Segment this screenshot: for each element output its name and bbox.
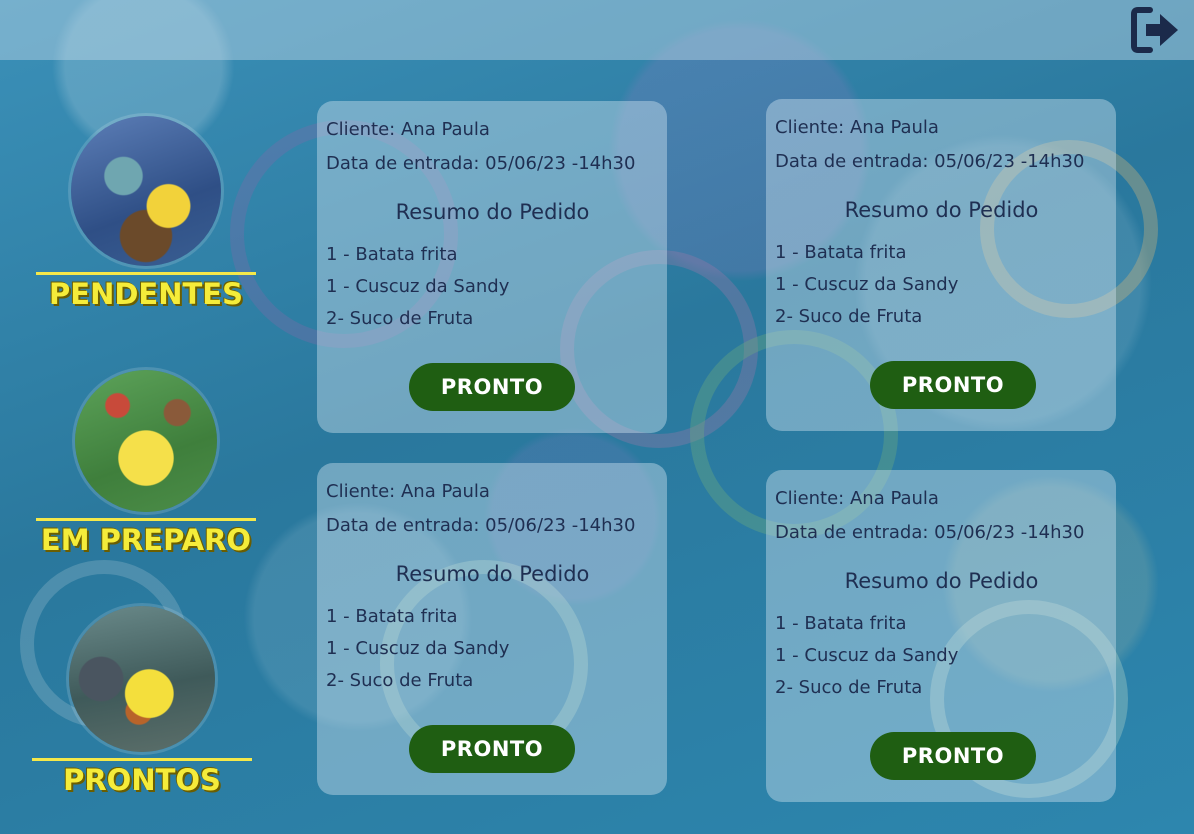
order-item: 1 - Batata frita <box>326 244 458 265</box>
entry-date: Data de entrada: 05/06/23 -14h30 <box>326 515 636 536</box>
cooking-avatar <box>75 370 217 512</box>
order-summary-title: Resumo do Pedido <box>395 200 590 224</box>
entry-date: Data de entrada: 05/06/23 -14h30 <box>326 153 636 174</box>
order-item: 2- Suco de Fruta <box>775 677 923 698</box>
ready-button[interactable]: PRONTO <box>870 361 1036 409</box>
order-item: 2- Suco de Fruta <box>775 306 923 327</box>
order-item: 1 - Batata frita <box>775 613 907 634</box>
order-item: 2- Suco de Fruta <box>326 308 474 329</box>
ready-button[interactable]: PRONTO <box>409 363 575 411</box>
kitchen-scene-avatar <box>71 116 221 266</box>
logout-button[interactable] <box>1130 6 1182 54</box>
client-name: Cliente: Ana Paula <box>775 117 939 138</box>
order-item: 1 - Cuscuz da Sandy <box>775 274 959 295</box>
order-card: Cliente: Ana Paula Data de entrada: 05/0… <box>766 470 1116 802</box>
order-item: 1 - Cuscuz da Sandy <box>775 645 959 666</box>
order-summary-title: Resumo do Pedido <box>844 569 1039 593</box>
nav-underline <box>36 518 256 521</box>
logout-icon <box>1131 7 1178 53</box>
order-item: 1 - Batata frita <box>326 606 458 627</box>
top-bar <box>0 0 1194 60</box>
order-item: 2- Suco de Fruta <box>326 670 474 691</box>
sidebar-item-em-preparo[interactable]: EM PREPARO <box>26 370 266 557</box>
ready-button[interactable]: PRONTO <box>409 725 575 773</box>
sidebar-item-prontos[interactable]: PRONTOS <box>22 606 262 797</box>
sidebar-item-label: EM PREPARO <box>40 523 252 557</box>
order-summary-title: Resumo do Pedido <box>395 562 590 586</box>
order-card: Cliente: Ana Paula Data de entrada: 05/0… <box>317 101 667 433</box>
ready-button[interactable]: PRONTO <box>870 732 1036 780</box>
order-item: 1 - Cuscuz da Sandy <box>326 638 510 659</box>
order-card: Cliente: Ana Paula Data de entrada: 05/0… <box>317 463 667 795</box>
order-summary-title: Resumo do Pedido <box>844 198 1039 222</box>
sidebar-item-pendentes[interactable]: PENDENTES <box>26 116 266 311</box>
order-item: 1 - Batata frita <box>775 242 907 263</box>
sidebar-item-label: PENDENTES <box>49 277 243 311</box>
client-name: Cliente: Ana Paula <box>775 488 939 509</box>
order-item: 1 - Cuscuz da Sandy <box>326 276 510 297</box>
sidebar-item-label: PRONTOS <box>63 763 221 797</box>
ready-burger-avatar <box>69 606 215 752</box>
entry-date: Data de entrada: 05/06/23 -14h30 <box>775 151 1085 172</box>
entry-date: Data de entrada: 05/06/23 -14h30 <box>775 522 1085 543</box>
nav-underline <box>32 758 252 761</box>
client-name: Cliente: Ana Paula <box>326 481 490 502</box>
nav-underline <box>36 272 256 275</box>
client-name: Cliente: Ana Paula <box>326 119 490 140</box>
order-card: Cliente: Ana Paula Data de entrada: 05/0… <box>766 99 1116 431</box>
